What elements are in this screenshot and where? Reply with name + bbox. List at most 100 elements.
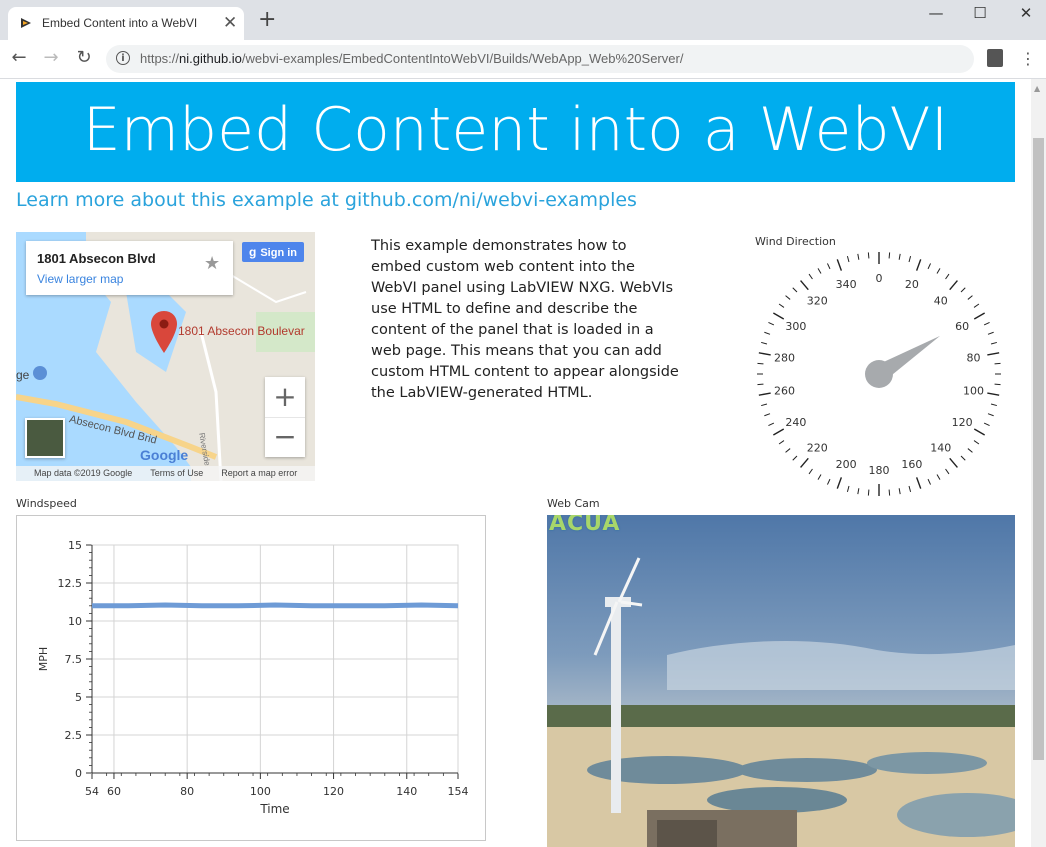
gauge-minor-tick [778,440,785,445]
gauge-minor-tick [846,485,850,492]
webcam-label: Web Cam [547,497,600,510]
zoom-in-button[interactable]: + [265,377,305,417]
gauge-major-tick [758,392,771,396]
chart-x-tick-label: 80 [180,785,194,798]
gauge-major-tick [915,259,922,271]
gauge-minor-tick [987,413,994,417]
gauge-tick-label: 100 [963,385,984,398]
gauge-tick-label: 20 [905,278,919,291]
view-larger-map-link[interactable]: View larger map [37,272,123,286]
map-report-link[interactable]: Report a map error [221,468,297,478]
gauge-tick-label: 60 [955,320,969,333]
chart-y-axis-label: MPH [37,647,50,671]
close-window-icon[interactable]: ✕ [1016,4,1036,22]
chart-x-tick-label: 60 [107,785,121,798]
gauge-minor-tick [983,321,990,326]
tab-title: Embed Content into a WebVI [42,16,198,30]
gauge-minor-tick [778,303,785,308]
browser-toolbar: ← → ↻ i https://ni.github.io/webvi-examp… [0,40,1046,79]
map-place-title: 1801 Absecon Blvd [37,251,156,266]
browser-tab[interactable]: Embed Content into a WebVI ✕ [8,7,244,40]
zoom-out-button[interactable]: − [265,417,305,458]
chart-y-tick-label: 15 [68,539,82,552]
reload-icon[interactable]: ↻ [73,48,95,68]
profile-extension-icon[interactable] [987,49,1003,67]
gauge-major-tick [949,457,958,468]
map-terms-link[interactable]: Terms of Use [150,468,203,478]
back-icon[interactable]: ← [8,48,30,68]
gauge-minor-tick [990,403,997,407]
gauge-minor-tick [808,468,813,475]
chart-x-tick-label: 54 [85,785,99,798]
tab-close-icon[interactable]: ✕ [223,13,237,33]
map-pin-label: 1801 Absecon Boulevar [178,324,305,338]
gauge-tick-label: 200 [836,458,857,471]
address-bar[interactable]: i https://ni.github.io/webvi-examples/Em… [106,45,974,73]
gauge-minor-tick [857,488,860,495]
minimize-icon[interactable]: — [926,4,946,22]
gauge-major-tick [800,457,809,468]
gauge-minor-tick [826,478,831,485]
gauge-major-tick [772,312,785,320]
gauge-major-tick [973,428,986,436]
gauge-tick-label: 240 [785,416,806,429]
new-tab-button[interactable]: + [258,9,276,31]
gauge-tick-label: 320 [807,294,828,307]
embedded-map[interactable]: 1801 Absecon Boulevar ge Absecon Blvd Br… [16,232,315,481]
save-star-icon[interactable]: ★ [204,253,220,274]
gauge-minor-tick [967,448,973,453]
gauge-major-tick [987,352,1000,356]
gauge-major-tick [915,477,922,489]
windspeed-chart[interactable]: 0 2.5 5 7.5 10 12.5 15 54 60 80 100 120 140 154 Time MP… [16,515,486,841]
gauge-minor-tick [867,252,870,259]
gauge-tick-label: 140 [930,442,951,455]
webcam-scene [547,515,1015,847]
gauge-minor-tick [757,362,764,365]
gauge-major-tick [758,352,771,356]
map-data-attribution: Map data ©2019 Google [34,468,133,478]
map-pin-icon[interactable] [151,311,177,353]
gauge-minor-tick [927,478,932,485]
gauge-minor-tick [960,455,966,461]
gauge-minor-tick [768,321,775,326]
chart-y-tick-label: 2.5 [65,729,83,742]
chart-x-tick-label: 120 [323,785,344,798]
gauge-minor-tick [768,422,775,427]
site-info-icon[interactable]: i [116,51,130,65]
maximize-icon[interactable]: ☐ [970,4,990,22]
windspeed-chart-svg: 0 2.5 5 7.5 10 12.5 15 54 60 80 100 120 140 154 Time MP… [37,539,469,816]
gauge-minor-tick [898,253,901,260]
map-zoom-control: + − [265,377,305,457]
gauge-minor-tick [808,273,813,280]
gauge-minor-tick [936,474,941,480]
gauge-tick-label: 160 [901,458,922,471]
gauge-minor-tick [761,403,768,407]
chart-x-tick-label: 140 [396,785,417,798]
gauge-minor-tick [987,331,994,335]
gauge-minor-tick [945,273,950,280]
gauge-minor-tick [973,303,980,308]
satellite-view-toggle[interactable] [25,418,65,458]
wind-direction-gauge[interactable]: 0 20 40 60 80 100 120140 160 180 200 220240 260 280 3… [753,248,1005,500]
url-text: https://ni.github.io/webvi-examples/Embe… [140,51,684,66]
gauge-minor-tick [792,287,798,293]
google-logo: Google [140,447,189,463]
gauge-minor-tick [826,263,831,270]
gauge-major-tick [973,312,986,320]
gauge-tick-label: 180 [869,464,890,477]
chart-y-tick-label: 0 [75,767,82,780]
scroll-up-icon[interactable]: ▲ [1034,84,1040,93]
gauge-tick-label: 40 [934,294,948,307]
scrollbar-thumb[interactable] [1033,138,1044,760]
webcam-overlay-logo: ACUA [549,515,621,536]
forward-icon[interactable]: → [40,48,62,68]
gauge-hub [865,360,893,388]
gauge-major-tick [836,477,843,489]
learn-more-link[interactable]: Learn more about this example at github.… [16,189,637,211]
gauge-minor-tick [898,488,901,495]
gauge-minor-tick [867,489,870,496]
map-sign-in-button[interactable]: g Sign in [242,242,304,262]
browser-menu-icon[interactable]: ⋮ [1020,49,1036,68]
webvi-favicon-icon [21,18,31,28]
chart-x-axis-label: Time [259,802,289,816]
